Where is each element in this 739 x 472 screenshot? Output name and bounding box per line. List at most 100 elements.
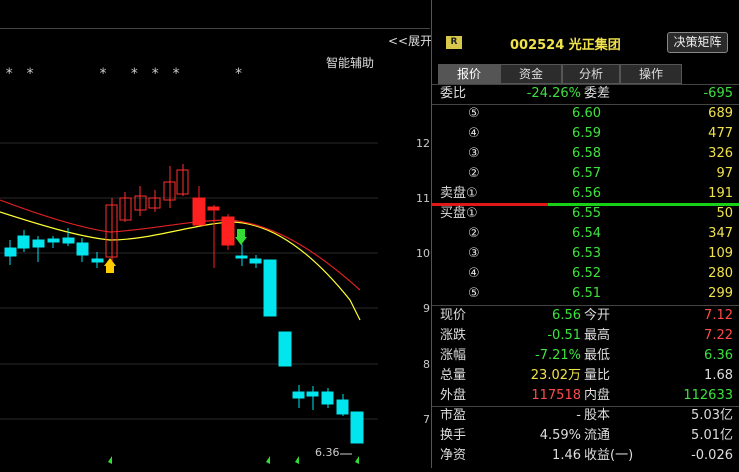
order-level: ⑤ (468, 286, 480, 301)
tab-operation[interactable]: 操作 (620, 64, 682, 84)
fund-value: 5.03亿 (691, 408, 733, 423)
fund-value: 4.59% (539, 428, 581, 443)
quote-label: 外盘 (440, 388, 467, 403)
fund-label: 流通 (584, 428, 611, 443)
order-level: ⑤ (468, 106, 480, 121)
low-price-label: 6.36 (315, 446, 340, 459)
quote-row: 现价 6.56 今开 7.12 (432, 306, 739, 326)
order-price: 6.52 (572, 266, 601, 281)
tab-funds[interactable]: 资金 (500, 64, 562, 84)
order-level: 卖盘① (440, 186, 478, 201)
fund-label: 净资 (440, 448, 467, 463)
quote-label: 总量 (440, 368, 467, 383)
fund-label: 股本 (584, 408, 611, 423)
fund-label: 换手 (440, 428, 467, 443)
sell-order-row: ② 6.57 97 (432, 164, 739, 184)
buy-order-row: ⑤ 6.51 299 (432, 284, 739, 304)
order-price: 6.55 (572, 206, 601, 221)
quote-value: 6.36 (704, 348, 733, 363)
quote-row: 涨跌 -0.51 最高 7.22 (432, 326, 739, 346)
order-level: ③ (468, 246, 480, 261)
ratio-value: -24.26% (526, 86, 581, 101)
tab-quote[interactable]: 报价 (438, 64, 500, 84)
diff-label: 委差 (584, 86, 611, 101)
quote-label: 内盘 (584, 388, 611, 403)
fund-row: 市盈 - 股本 5.03亿 (432, 406, 739, 426)
order-level: ④ (468, 126, 480, 141)
sell-order-row: ④ 6.59 477 (432, 124, 739, 144)
order-level: ③ (468, 146, 480, 161)
quote-value: -7.21% (535, 348, 581, 363)
quote-value: 117518 (531, 388, 581, 403)
quote-value: 112633 (683, 388, 733, 403)
r-badge: R (446, 36, 462, 49)
ratio-row: 委比 -24.26% 委差 -695 (432, 84, 739, 104)
quote-row: 总量 23.02万 量比 1.68 (432, 366, 739, 386)
sell-order-row: 卖盘① 6.56 191 (432, 184, 739, 204)
order-volume: 689 (708, 106, 733, 121)
event-stars: * * * * * * * (5, 66, 245, 82)
axis-label: 8 (423, 358, 430, 371)
order-volume: 191 (708, 186, 733, 201)
fund-value: 5.01亿 (691, 428, 733, 443)
buy-order-row: ② 6.54 347 (432, 224, 739, 244)
tab-analysis[interactable]: 分析 (562, 64, 620, 84)
order-price: 6.57 (572, 166, 601, 181)
axis-label: 10 (416, 247, 430, 260)
fund-value: - (576, 408, 581, 423)
order-level: 买盘① (440, 206, 478, 221)
order-volume: 299 (708, 286, 733, 301)
order-price: 6.58 (572, 146, 601, 161)
order-level: ② (468, 166, 480, 181)
quote-value: -0.51 (547, 328, 581, 343)
quote-value: 7.22 (704, 328, 733, 343)
quote-row: 外盘 117518 内盘 112633 (432, 386, 739, 406)
fund-label: 收益(一) (584, 448, 634, 463)
order-price: 6.56 (572, 186, 601, 201)
diff-value: -695 (703, 86, 733, 101)
quote-label: 涨跌 (440, 328, 467, 343)
order-level: ② (468, 226, 480, 241)
quote-label: 最低 (584, 348, 611, 363)
candles (4, 164, 364, 444)
order-volume: 347 (708, 226, 733, 241)
order-price: 6.59 (572, 126, 601, 141)
smart-assist-label[interactable]: 智能辅助 (326, 54, 374, 71)
quote-label: 最高 (584, 328, 611, 343)
order-level: ④ (468, 266, 480, 281)
order-volume: 326 (708, 146, 733, 161)
order-volume: 50 (716, 206, 733, 221)
chart-top-border (0, 28, 430, 29)
sell-order-row: ③ 6.58 326 (432, 144, 739, 164)
fund-label: 市盈 (440, 408, 467, 423)
axis-label: 11 (416, 192, 430, 205)
order-price: 6.60 (572, 106, 601, 121)
fund-row: 净资 1.46 收益(一) -0.026 (432, 446, 739, 466)
quote-row: 涨幅 -7.21% 最低 6.36 (432, 346, 739, 366)
buy-order-row: 买盘① 6.55 50 (432, 204, 739, 224)
fund-row: 换手 4.59% 流通 5.01亿 (432, 426, 739, 446)
order-volume: 109 (708, 246, 733, 261)
quote-value: 1.68 (704, 368, 733, 383)
quote-label: 涨幅 (440, 348, 467, 363)
quote-value: 6.56 (552, 308, 581, 323)
quote-value: 23.02万 (530, 368, 581, 383)
order-price: 6.51 (572, 286, 601, 301)
quote-label: 现价 (440, 308, 467, 323)
fund-value: -0.026 (691, 448, 733, 463)
price-axis: 12 11 10 9 8 7 (378, 0, 430, 468)
quote-label: 量比 (584, 368, 611, 383)
decision-matrix-button[interactable]: 决策矩阵 (667, 32, 728, 53)
order-volume: 477 (708, 126, 733, 141)
order-price: 6.53 (572, 246, 601, 261)
axis-label: 9 (423, 302, 430, 315)
quote-value: 7.12 (704, 308, 733, 323)
buy-order-row: ③ 6.53 109 (432, 244, 739, 264)
fund-value: 1.46 (552, 448, 581, 463)
order-price: 6.54 (572, 226, 601, 241)
stock-title: 002524 光正集团 (510, 38, 621, 53)
quote-panel: R 002524 光正集团 决策矩阵 报价 资金 分析 操作 委比 -24.26… (432, 0, 739, 468)
order-volume: 97 (716, 166, 733, 181)
axis-label: 12 (416, 137, 430, 150)
buy-order-row: ④ 6.52 280 (432, 264, 739, 284)
